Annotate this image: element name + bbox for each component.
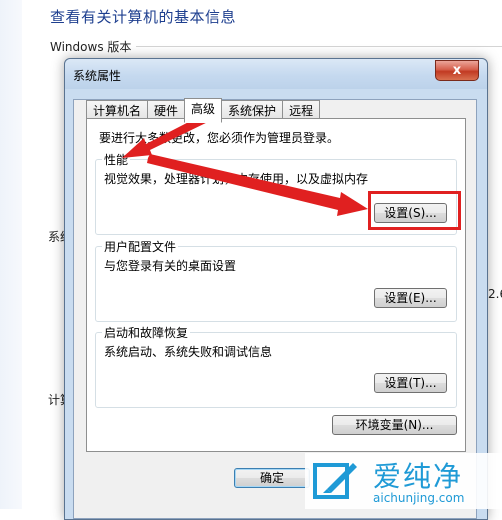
- arrow-to-settings-button: [147, 154, 368, 216]
- watermark-logo: 爱纯净 aichunjing.com: [305, 453, 502, 509]
- brand-url: aichunjing.com: [373, 491, 465, 505]
- annotation-arrows: [122, 112, 368, 216]
- brand-name: 爱纯净: [373, 460, 464, 493]
- settings-button-highlight: [368, 191, 461, 230]
- brand-logo-icon: [313, 463, 357, 499]
- tab-advanced[interactable]: 高级: [184, 98, 223, 123]
